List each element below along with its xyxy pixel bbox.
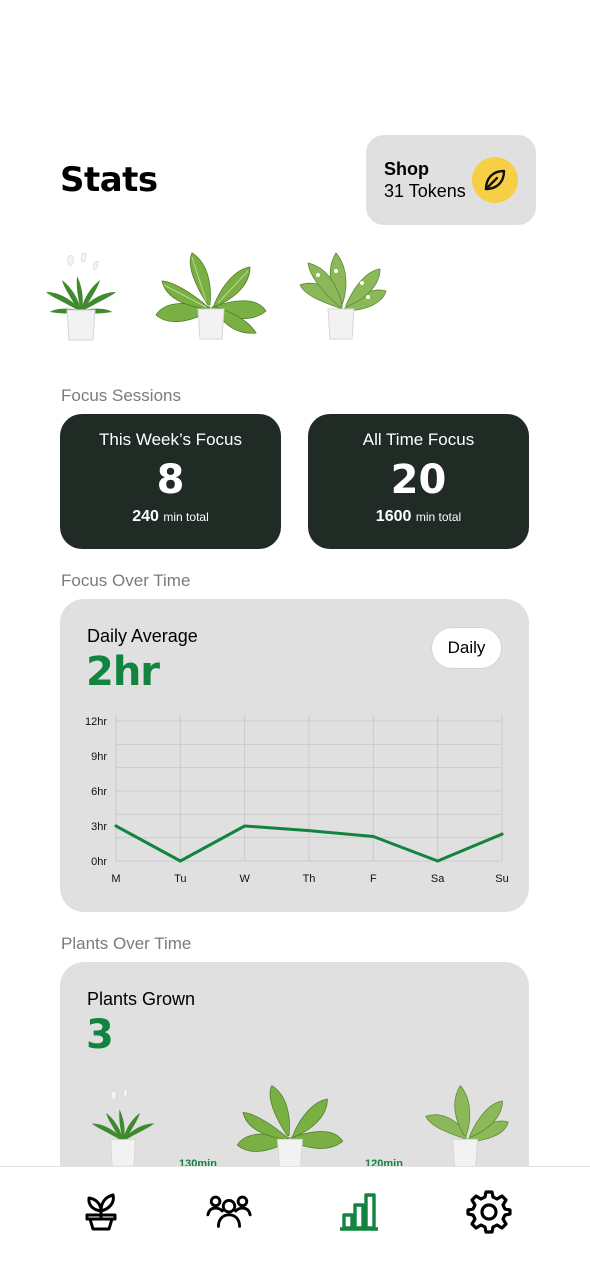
focus-line-chart: 12hr 9hr 6hr 3hr 0hr M Tu W Th F Sa Su <box>85 715 509 885</box>
shop-button[interactable]: Shop 31 Tokens <box>366 135 536 225</box>
stats-icon <box>340 1193 378 1231</box>
plants-over-time-label: Plants Over Time <box>61 934 192 953</box>
all-time-minutes-unit: min total <box>415 510 462 524</box>
data-point <box>371 835 375 838</box>
settings-tab[interactable] <box>465 1187 513 1235</box>
stats-tab[interactable] <box>335 1187 383 1235</box>
x-tick-label: F <box>370 873 377 885</box>
week-minutes-value: 240 <box>132 508 159 525</box>
calathea-plant-image <box>236 1085 344 1169</box>
x-tick-label: M <box>111 873 120 885</box>
bottom-nav <box>0 1166 590 1278</box>
settings-icon <box>466 1190 512 1234</box>
week-minutes-unit: min total <box>163 510 209 524</box>
y-tick-label: 6hr <box>91 786 107 798</box>
focus-chart-card: Daily Average 2hr Daily 12hr 9hr 6hr 3hr 0hr… <box>60 599 529 912</box>
x-tick-label: W <box>239 873 250 885</box>
peace-lily-plant-image <box>91 1089 155 1167</box>
all-time-minutes-value: 1600 <box>375 508 412 525</box>
x-tick-label: Th <box>303 873 316 885</box>
y-tick-label: 0hr <box>91 856 107 868</box>
x-tick-label: Tu <box>174 873 186 885</box>
monstera-plant-image <box>299 252 387 340</box>
monstera-plant-image <box>425 1085 509 1169</box>
y-tick-label: 12hr <box>85 716 107 728</box>
data-point <box>436 859 440 863</box>
y-tick-label: 9hr <box>91 751 107 763</box>
y-tick-label: 3hr <box>91 821 107 833</box>
data-point <box>307 829 311 833</box>
community-icon <box>206 1195 252 1228</box>
plant-tab[interactable] <box>77 1187 125 1235</box>
week-focus-heading: This Week’s Focus <box>99 430 242 449</box>
shop-label: Shop <box>384 159 429 179</box>
x-tick-label: Su <box>495 873 508 885</box>
week-focus-count: 8 <box>156 457 185 503</box>
all-time-focus-count: 20 <box>390 457 447 503</box>
data-point <box>178 859 182 863</box>
week-focus-card: This Week’s Focus 8 240 min total <box>60 414 281 549</box>
all-time-focus-minutes: 1600 min total <box>308 508 529 526</box>
data-point <box>243 824 247 828</box>
x-tick-label: Sa <box>431 873 445 885</box>
focus-sessions-label: Focus Sessions <box>61 386 181 405</box>
leaf-icon <box>472 157 518 203</box>
plants-grown-heading: Plants Grown <box>87 989 196 1009</box>
week-focus-minutes: 240 min total <box>60 508 281 526</box>
all-time-focus-heading: All Time Focus <box>362 430 475 449</box>
data-point <box>500 832 504 836</box>
community-tab[interactable] <box>205 1187 253 1235</box>
peace-lily-plant-image <box>46 253 116 341</box>
page-title: Stats <box>60 160 158 200</box>
plant-icon <box>85 1193 117 1231</box>
token-count: 31 Tokens <box>384 181 466 201</box>
calathea-plant-image <box>155 252 267 340</box>
focus-over-time-label: Focus Over Time <box>61 571 191 590</box>
data-point <box>114 824 118 828</box>
plants-grown-value: 3 <box>86 1012 114 1058</box>
plants-card: Plants Grown 3 130min 120min <box>60 962 529 1192</box>
all-time-focus-card: All Time Focus 20 1600 min total <box>308 414 529 549</box>
